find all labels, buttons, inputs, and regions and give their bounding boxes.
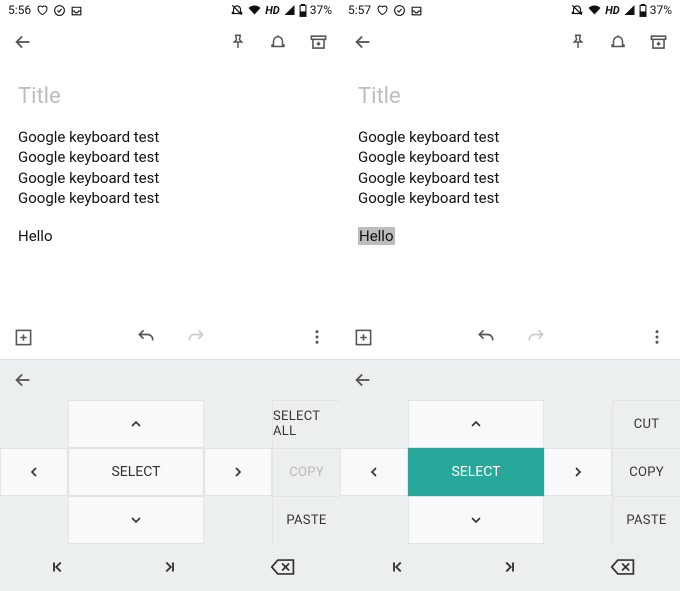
redo-icon bbox=[186, 327, 206, 347]
action-cut[interactable]: CUT bbox=[612, 400, 680, 448]
add-box-icon[interactable] bbox=[14, 328, 33, 347]
battery-pct: 37% bbox=[650, 3, 672, 17]
select-key[interactable]: SELECT bbox=[68, 448, 204, 496]
inbox-icon bbox=[410, 4, 423, 17]
kbd-blank bbox=[544, 400, 612, 448]
kbd-blank bbox=[204, 496, 272, 544]
wifi-icon bbox=[587, 4, 602, 16]
hd-indicator: HD bbox=[265, 4, 279, 17]
arrow-right-key[interactable] bbox=[204, 448, 272, 496]
screen-right: 5:57 HD 37% Title Google keyboard test G… bbox=[340, 0, 680, 591]
note-content[interactable]: Title Google keyboard test Google keyboa… bbox=[0, 64, 340, 315]
add-box-icon[interactable] bbox=[354, 328, 373, 347]
reminder-icon[interactable] bbox=[609, 33, 627, 51]
wifi-icon bbox=[247, 4, 262, 16]
undo-icon[interactable] bbox=[476, 327, 496, 347]
backspace-key[interactable] bbox=[227, 544, 340, 591]
note-title-placeholder[interactable]: Title bbox=[358, 84, 662, 109]
reminder-icon[interactable] bbox=[269, 33, 287, 51]
redo-icon bbox=[526, 327, 546, 347]
home-key[interactable] bbox=[340, 544, 453, 591]
note-bottombar bbox=[0, 315, 340, 359]
arrow-right-key[interactable] bbox=[544, 448, 612, 496]
dnd-icon bbox=[570, 3, 584, 17]
arrow-up-key[interactable] bbox=[408, 400, 544, 448]
archive-icon[interactable] bbox=[309, 33, 328, 52]
battery-icon bbox=[639, 4, 647, 17]
kbd-back-icon[interactable] bbox=[352, 369, 374, 391]
dnd-icon bbox=[230, 3, 244, 17]
note-line: Google keyboard test bbox=[358, 168, 662, 188]
archive-icon[interactable] bbox=[649, 33, 668, 52]
kbd-blank bbox=[204, 400, 272, 448]
back-icon[interactable] bbox=[352, 31, 374, 53]
note-body[interactable]: Google keyboard test Google keyboard tes… bbox=[18, 127, 322, 246]
signal-icon bbox=[283, 4, 296, 16]
keyboard-panel: SELECT ALL SELECT COPY PASTE bbox=[0, 359, 340, 591]
screen-left: 5:56 HD 37% Title Google keyboard test G… bbox=[0, 0, 340, 591]
arrow-down-key[interactable] bbox=[68, 496, 204, 544]
battery-icon bbox=[299, 4, 307, 17]
sync-icon bbox=[393, 4, 406, 17]
overflow-icon[interactable] bbox=[648, 328, 666, 346]
end-key[interactable] bbox=[453, 544, 566, 591]
home-key[interactable] bbox=[0, 544, 113, 591]
heart-icon bbox=[35, 4, 49, 16]
action-paste[interactable]: PASTE bbox=[612, 496, 680, 544]
battery-pct: 37% bbox=[310, 3, 332, 17]
select-key[interactable]: SELECT bbox=[408, 448, 544, 496]
kbd-blank bbox=[340, 496, 408, 544]
kbd-blank bbox=[0, 496, 68, 544]
pin-icon[interactable] bbox=[569, 33, 587, 51]
note-line: Google keyboard test bbox=[18, 168, 322, 188]
note-toolbar bbox=[340, 20, 680, 64]
action-copy[interactable]: COPY bbox=[612, 448, 680, 496]
arrow-left-key[interactable] bbox=[340, 448, 408, 496]
kbd-back-icon[interactable] bbox=[12, 369, 34, 391]
arrow-up-key[interactable] bbox=[68, 400, 204, 448]
action-copy: COPY bbox=[272, 448, 340, 496]
pin-icon[interactable] bbox=[229, 33, 247, 51]
heart-icon bbox=[375, 4, 389, 16]
note-line: Google keyboard test bbox=[18, 127, 322, 147]
note-toolbar bbox=[0, 20, 340, 64]
status-time: 5:57 bbox=[348, 3, 371, 17]
note-line: Google keyboard test bbox=[358, 188, 662, 208]
inbox-icon bbox=[70, 4, 83, 17]
note-title-placeholder[interactable]: Title bbox=[18, 84, 322, 109]
note-extra: Hello bbox=[18, 227, 53, 245]
note-content[interactable]: Title Google keyboard test Google keyboa… bbox=[340, 64, 680, 315]
overflow-icon[interactable] bbox=[308, 328, 326, 346]
end-key[interactable] bbox=[113, 544, 226, 591]
back-icon[interactable] bbox=[12, 31, 34, 53]
note-body[interactable]: Google keyboard test Google keyboard tes… bbox=[358, 127, 662, 246]
signal-icon bbox=[623, 4, 636, 16]
note-line: Google keyboard test bbox=[18, 147, 322, 167]
action-select-all[interactable]: SELECT ALL bbox=[272, 400, 340, 448]
arrow-down-key[interactable] bbox=[408, 496, 544, 544]
note-bottombar bbox=[340, 315, 680, 359]
arrow-left-key[interactable] bbox=[0, 448, 68, 496]
status-bar: 5:56 HD 37% bbox=[0, 0, 340, 20]
keyboard-panel: CUT SELECT COPY PASTE bbox=[340, 359, 680, 591]
kbd-blank bbox=[340, 400, 408, 448]
kbd-blank bbox=[544, 496, 612, 544]
note-extra-selected: Hello bbox=[358, 227, 395, 245]
note-line: Google keyboard test bbox=[18, 188, 322, 208]
note-line: Google keyboard test bbox=[358, 147, 662, 167]
kbd-blank bbox=[0, 400, 68, 448]
backspace-key[interactable] bbox=[567, 544, 680, 591]
sync-icon bbox=[53, 4, 66, 17]
hd-indicator: HD bbox=[605, 4, 619, 17]
status-bar: 5:57 HD 37% bbox=[340, 0, 680, 20]
note-line: Google keyboard test bbox=[358, 127, 662, 147]
status-time: 5:56 bbox=[8, 3, 31, 17]
action-paste[interactable]: PASTE bbox=[272, 496, 340, 544]
undo-icon[interactable] bbox=[136, 327, 156, 347]
